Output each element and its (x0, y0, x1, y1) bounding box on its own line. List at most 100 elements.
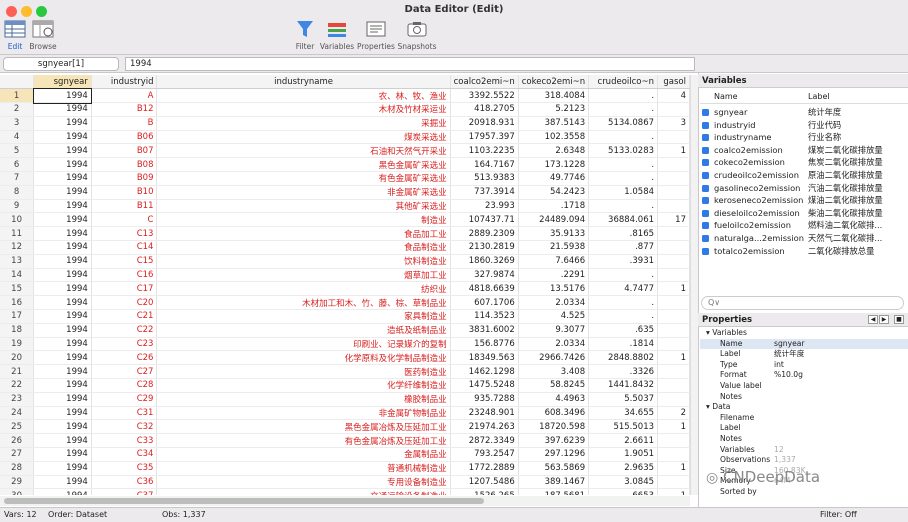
grid-cell[interactable] (657, 157, 690, 173)
checkbox-icon[interactable] (702, 171, 709, 179)
grid-cell[interactable]: 1441.8432 (588, 378, 659, 393)
grid-cell[interactable]: 23.993 (450, 199, 519, 214)
grid-cell[interactable]: C34 (91, 447, 158, 462)
grid-cell[interactable]: 1994 (33, 350, 92, 366)
grid-cell[interactable]: 黑色金属矿采选业 (156, 157, 451, 173)
grid-cell[interactable]: 纺织业 (156, 281, 451, 297)
grid-cell[interactable]: C37 (91, 488, 158, 495)
variable-list-item[interactable]: sgnyear 统计年度 (700, 106, 908, 119)
checkbox-icon[interactable] (702, 247, 709, 255)
property-row[interactable]: Format %10.0g (700, 370, 908, 381)
grid-cell[interactable]: 1 (657, 461, 690, 476)
checkbox-icon[interactable] (702, 134, 709, 142)
cell-value-input[interactable]: 1994 (125, 57, 695, 71)
grid-cell[interactable]: 7.6466 (518, 254, 590, 269)
grid-cell[interactable]: 烟草加工业 (156, 268, 451, 283)
column-header[interactable]: cokeco2emi~n (518, 75, 590, 90)
property-row[interactable]: Filename (700, 413, 908, 424)
grid-cell[interactable]: 1994 (33, 309, 92, 324)
grid-cell[interactable]: 3.408 (518, 364, 590, 380)
grid-cell[interactable]: 2.0334 (518, 295, 590, 311)
properties-section[interactable]: ▾ Data (700, 402, 908, 413)
grid-cell[interactable]: 1526.265 (450, 488, 519, 495)
grid-cell[interactable]: C35 (91, 461, 158, 476)
grid-cell[interactable]: 20918.931 (450, 116, 519, 131)
grid-cell[interactable]: 156.8776 (450, 337, 519, 352)
checkbox-icon[interactable] (702, 146, 709, 154)
grid-cell[interactable]: 1994 (33, 419, 92, 435)
grid-cell[interactable]: C31 (91, 406, 158, 421)
grid-cell[interactable]: 2966.7426 (518, 350, 590, 366)
grid-cell[interactable]: C20 (91, 295, 158, 311)
grid-cell[interactable]: C26 (91, 350, 158, 366)
grid-cell[interactable]: 1994 (33, 447, 92, 462)
property-row[interactable]: Notes (700, 434, 908, 445)
grid-cell[interactable]: 297.1296 (518, 447, 590, 462)
grid-cell[interactable]: 1994 (32, 87, 93, 104)
checkbox-icon[interactable] (702, 197, 709, 205)
grid-cell[interactable]: C22 (91, 323, 158, 338)
grid-cell[interactable] (657, 240, 690, 255)
grid-cell[interactable]: 2889.2309 (450, 226, 519, 242)
grid-cell[interactable]: 1 (657, 350, 690, 366)
grid-cell[interactable]: 3 (657, 116, 690, 131)
grid-cell[interactable]: 21.5938 (518, 240, 590, 255)
grid-cell[interactable]: 煤炭采选业 (156, 130, 451, 145)
grid-cell[interactable]: 318.4084 (518, 88, 590, 104)
variable-list-item[interactable]: industryid 行业代码 (700, 119, 908, 132)
grid-cell[interactable]: 1475.5248 (450, 378, 519, 393)
grid-cell[interactable]: C13 (91, 226, 158, 242)
lock-icon[interactable]: ■ (894, 315, 904, 324)
grid-cell[interactable]: 187.5681 (518, 488, 590, 495)
grid-cell[interactable]: 389.1467 (518, 475, 590, 490)
grid-cell[interactable]: B (91, 116, 158, 131)
grid-cell[interactable]: 1994 (33, 199, 92, 214)
grid-cell[interactable]: 608.3496 (518, 406, 590, 421)
grid-cell[interactable]: 3392.5522 (450, 88, 519, 104)
grid-cell[interactable]: 1207.5486 (450, 475, 519, 490)
variable-list-item[interactable]: totalco2emission 二氧化碳排放总量 (700, 245, 908, 258)
grid-cell[interactable] (657, 226, 690, 242)
grid-cell[interactable] (657, 171, 690, 186)
grid-cell[interactable]: C17 (91, 281, 158, 297)
grid-cell[interactable]: 327.9874 (450, 268, 519, 283)
grid-cell[interactable]: 2872.3349 (450, 433, 519, 449)
grid-cell[interactable]: .877 (588, 240, 659, 255)
grid-cell[interactable]: . (588, 268, 659, 283)
grid-cell[interactable]: C32 (91, 419, 158, 435)
grid-cell[interactable]: 1994 (33, 268, 92, 283)
grid-cell[interactable]: 2.9635 (588, 461, 659, 476)
grid-cell[interactable]: 387.5143 (518, 116, 590, 131)
grid-cell[interactable]: 13.5176 (518, 281, 590, 297)
grid-cell[interactable]: 1994 (33, 157, 92, 173)
grid-cell[interactable] (657, 378, 690, 393)
column-header[interactable]: industryid (91, 75, 158, 90)
grid-cell[interactable]: 其他矿采选业 (156, 199, 451, 214)
grid-cell[interactable]: 造纸及纸制品业 (156, 323, 451, 338)
grid-cell[interactable]: 1103.2235 (450, 143, 519, 159)
property-row[interactable]: Label 统计年度 (700, 349, 908, 360)
grid-cell[interactable] (657, 295, 690, 311)
grid-cell[interactable]: 家具制造业 (156, 309, 451, 324)
grid-cell[interactable]: 563.5869 (518, 461, 590, 476)
grid-cell[interactable]: 1994 (33, 281, 92, 297)
grid-cell[interactable]: 4818.6639 (450, 281, 519, 297)
grid-cell[interactable]: .1718 (518, 199, 590, 214)
grid-cell[interactable]: 1994 (33, 295, 92, 311)
grid-cell[interactable]: 1462.1298 (450, 364, 519, 380)
grid-cell[interactable]: 21974.263 (450, 419, 519, 435)
grid-cell[interactable]: 饮料制造业 (156, 254, 451, 269)
grid-cell[interactable]: 17957.397 (450, 130, 519, 145)
grid-cell[interactable]: 2848.8802 (588, 350, 659, 366)
grid-cell[interactable]: 58.8245 (518, 378, 590, 393)
browse-mode-button[interactable]: Browse (20, 19, 66, 51)
grid-cell[interactable]: C (91, 212, 158, 228)
checkbox-icon[interactable] (702, 209, 709, 217)
grid-cell[interactable]: 1994 (33, 364, 92, 380)
grid-cell[interactable]: 1994 (33, 378, 92, 393)
variable-search-input[interactable]: Q∨ (701, 296, 904, 310)
grid-cell[interactable]: 1860.3269 (450, 254, 519, 269)
grid-cell[interactable]: 1 (657, 143, 690, 159)
grid-cell[interactable]: 2.6348 (518, 143, 590, 159)
grid-cell[interactable]: 1994 (33, 392, 92, 407)
